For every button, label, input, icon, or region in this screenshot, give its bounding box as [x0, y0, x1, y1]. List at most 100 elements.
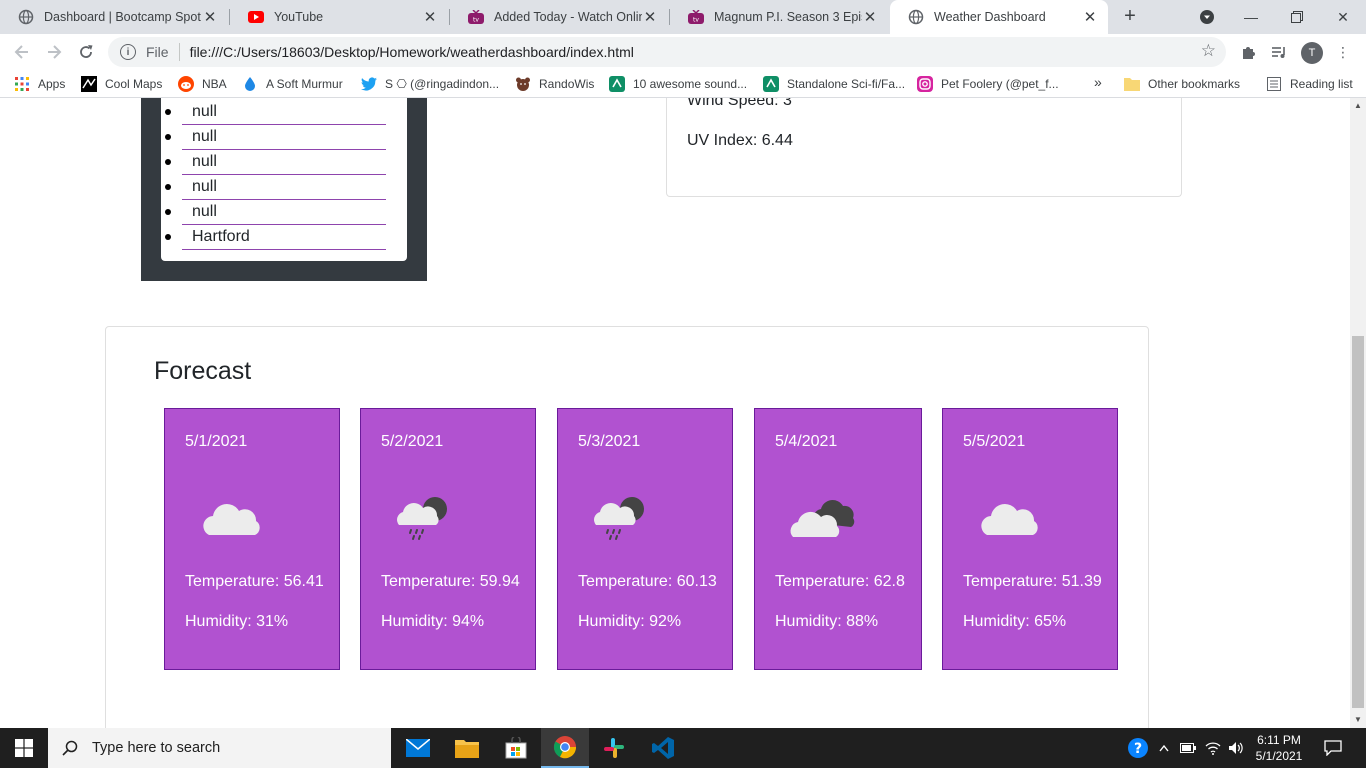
scrollbar-thumb[interactable] [1352, 336, 1364, 708]
tab-search-button[interactable] [1184, 0, 1230, 34]
browser-toolbar: i File file:///C:/Users/18603/Desktop/Ho… [0, 34, 1366, 70]
notifications-icon[interactable] [1318, 728, 1348, 768]
forecast-temperature: Temperature: 62.8 [775, 573, 905, 590]
history-item[interactable]: null [161, 200, 407, 225]
battery-icon[interactable] [1178, 728, 1198, 768]
taskbar-search-input[interactable]: Type here to search [48, 728, 391, 768]
history-city[interactable]: null [182, 100, 386, 125]
globe-icon [18, 9, 34, 25]
bookmark-nba[interactable]: NBA [178, 76, 227, 92]
history-item[interactable]: Hartford [161, 225, 407, 250]
bookmark-apps[interactable]: Apps [14, 76, 65, 92]
bookmark-label: Other bookmarks [1148, 77, 1241, 91]
bookmark-other[interactable]: Other bookmarks [1124, 76, 1240, 92]
forecast-card: 5/2/2021 Temperature: 59.94 Humidity: 94… [360, 408, 536, 670]
bookmark-randowis[interactable]: RandoWis [515, 76, 594, 92]
forecast-card: 5/4/2021 Temperature: 62.8 Humidity: 88% [754, 408, 922, 670]
forecast-date: 5/5/2021 [963, 433, 1026, 450]
forecast-humidity: Humidity: 31% [185, 613, 289, 630]
taskbar-mail[interactable] [394, 728, 442, 768]
address-bar[interactable]: i File file:///C:/Users/18603/Desktop/Ho… [108, 37, 1226, 67]
minimize-button[interactable]: — [1228, 0, 1274, 34]
bookmark-label: S ⎔ (@ringadindon... [385, 77, 500, 91]
close-icon[interactable]: ✕ [1082, 8, 1098, 26]
close-window-button[interactable]: ✕ [1320, 0, 1366, 34]
reading-list-button[interactable]: Reading list [1266, 76, 1353, 92]
tv-icon: tv [468, 9, 484, 25]
close-icon[interactable]: ✕ [202, 8, 218, 26]
extensions-icon[interactable] [1238, 42, 1258, 62]
menu-kebab-icon[interactable]: ⋮ [1333, 42, 1353, 62]
new-tab-button[interactable]: + [1118, 5, 1142, 29]
info-icon[interactable]: i [120, 44, 136, 60]
history-city[interactable]: null [182, 175, 386, 200]
forecast-humidity: Humidity: 88% [775, 613, 879, 630]
tab-strip: Dashboard | Bootcamp Spot ✕ YouTube ✕ tv… [0, 0, 1366, 34]
svg-text:tv: tv [693, 17, 699, 24]
close-icon[interactable]: ✕ [642, 8, 658, 26]
tab-bootcamp[interactable]: Dashboard | Bootcamp Spot ✕ [0, 0, 228, 34]
history-item[interactable]: null [161, 150, 407, 175]
mail-icon [406, 739, 430, 757]
forecast-humidity: Humidity: 65% [963, 613, 1067, 630]
forecast-temperature: Temperature: 60.13 [578, 573, 717, 590]
tab-added-today[interactable]: tv Added Today - Watch Online ✕ [450, 0, 668, 34]
taskbar-store[interactable] [492, 728, 540, 768]
taskbar-file-explorer[interactable] [443, 728, 491, 768]
scroll-up-arrow[interactable]: ▲ [1350, 98, 1366, 114]
folder-icon [455, 740, 479, 758]
bookmark-label: Cool Maps [105, 77, 163, 91]
bookmark-soft-murmur[interactable]: A Soft Murmur [242, 76, 343, 92]
maps-icon [81, 76, 97, 92]
history-city[interactable]: Hartford [182, 225, 386, 250]
history-item[interactable]: null [161, 100, 407, 125]
avatar[interactable]: T [1301, 42, 1323, 64]
bookmark-cool-maps[interactable]: Cool Maps [81, 76, 162, 92]
close-icon[interactable]: ✕ [862, 8, 878, 26]
history-item[interactable]: null [161, 175, 407, 200]
bear-icon [515, 76, 531, 92]
tab-weather-dashboard[interactable]: Weather Dashboard ✕ [890, 0, 1108, 34]
cloud-icon [203, 503, 260, 535]
bookmark-twitter[interactable]: S ⎔ (@ringadindon... [361, 76, 499, 92]
forward-button[interactable] [42, 40, 66, 64]
vertical-scrollbar[interactable]: ▲ ▼ [1350, 98, 1366, 728]
volume-icon[interactable] [1226, 728, 1246, 768]
wind-speed: Wind Speed: 3 [687, 98, 792, 109]
taskbar-vscode[interactable] [639, 728, 687, 768]
close-icon[interactable]: ✕ [422, 8, 438, 26]
tab-youtube[interactable]: YouTube ✕ [230, 0, 448, 34]
forecast-date: 5/2/2021 [381, 433, 444, 450]
wifi-icon[interactable] [1202, 728, 1224, 768]
tab-magnum[interactable]: tv Magnum P.I. Season 3 Episod ✕ [670, 0, 888, 34]
bullet [165, 209, 171, 215]
history-city[interactable]: null [182, 125, 386, 150]
bookmark-pet-foolery[interactable]: Pet Foolery (@pet_f... [917, 76, 1059, 92]
restore-button[interactable] [1274, 0, 1320, 34]
bookmarks-overflow-button[interactable]: » [1094, 74, 1102, 90]
scroll-down-arrow[interactable]: ▼ [1350, 712, 1366, 728]
back-button[interactable] [10, 40, 34, 64]
help-icon[interactable]: ? [1124, 728, 1152, 768]
show-hidden-icons-chevron-icon[interactable] [1156, 728, 1172, 768]
bookmark-awesome-sounds[interactable]: 10 awesome sound... [609, 76, 747, 92]
bookmark-standalone-scifi[interactable]: Standalone Sci-fi/Fa... [763, 76, 905, 92]
forecast-date: 5/1/2021 [185, 433, 248, 450]
media-control-icon[interactable] [1269, 42, 1289, 62]
history-city[interactable]: null [182, 200, 386, 225]
reload-button[interactable] [74, 40, 98, 64]
url-text[interactable]: file:///C:/Users/18603/Desktop/Homework/… [190, 44, 634, 60]
forecast-date: 5/4/2021 [775, 433, 838, 450]
cloud-icon [981, 503, 1038, 535]
taskbar-clock[interactable]: 6:11 PM 5/1/2021 [1248, 732, 1310, 764]
forecast-card: 5/3/2021 Temperature: 60.13 Humidity: 92… [557, 408, 733, 670]
current-weather-card: Wind Speed: 3 UV Index: 6.44 [666, 98, 1182, 197]
rain-cloud-icon [594, 497, 644, 540]
bullet [165, 184, 171, 190]
bookmark-star-icon[interactable]: ☆ [1201, 41, 1216, 61]
taskbar-chrome[interactable] [541, 728, 589, 768]
start-button[interactable] [0, 728, 48, 768]
history-item[interactable]: null [161, 125, 407, 150]
history-city[interactable]: null [182, 150, 386, 175]
taskbar-slack[interactable] [590, 728, 638, 768]
